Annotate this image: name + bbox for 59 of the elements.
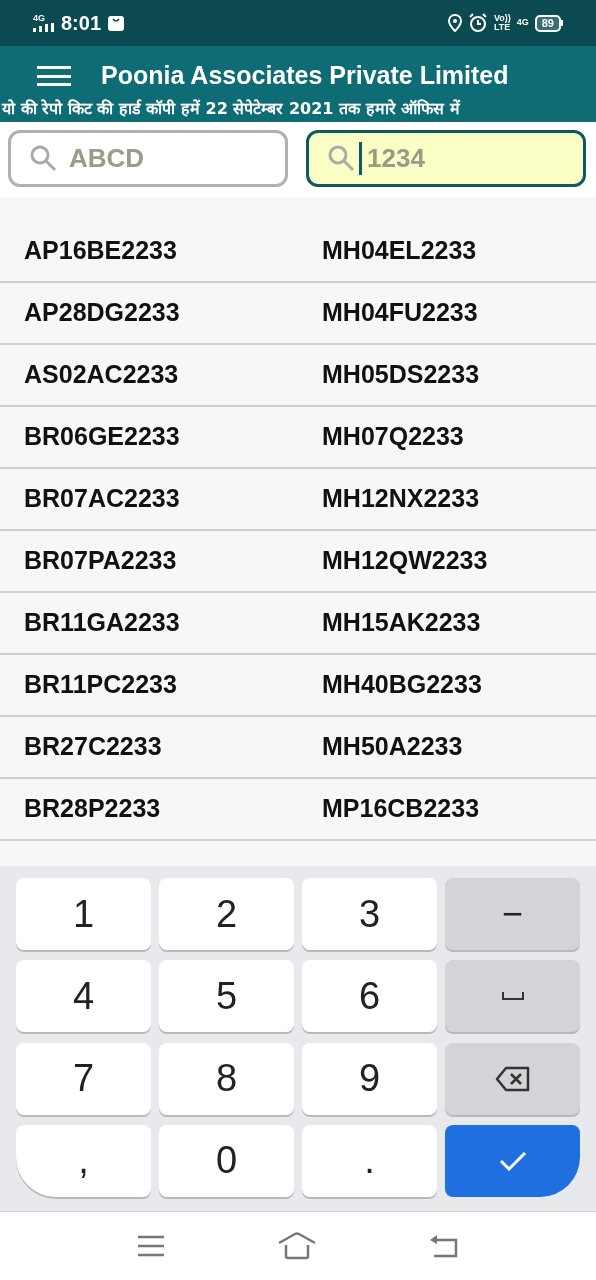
- menu-button[interactable]: [37, 64, 71, 88]
- search-icon: [327, 144, 355, 172]
- key[interactable]: ,: [16, 1124, 151, 1197]
- search-field[interactable]: 1234: [306, 130, 586, 187]
- key[interactable]: 3: [302, 878, 437, 950]
- vehicle-number[interactable]: MH40BG2233: [322, 666, 482, 704]
- data-type: 4G: [516, 16, 529, 30]
- news-ticker: यो की रेपो किट की हार्ड कॉपी हमें 22 सेपेटेम्बर 2021 तक हमारे ऑफिस में: [0, 98, 461, 120]
- search-field[interactable]: ABCD: [8, 130, 288, 187]
- vehicle-number[interactable]: AP28DG2233: [0, 294, 322, 332]
- vehicle-number[interactable]: MH05DS2233: [322, 356, 480, 394]
- vehicle-number[interactable]: BR28P2233: [0, 790, 322, 828]
- text-cursor: [359, 142, 362, 175]
- vehicle-number[interactable]: MH15AK2233: [322, 604, 481, 642]
- vehicle-number[interactable]: AP16BE2233: [0, 232, 322, 270]
- vehicle-number[interactable]: BR11PC2233: [0, 666, 322, 704]
- vehicle-number[interactable]: BR11GA2233: [0, 604, 322, 642]
- space-icon: [501, 991, 524, 1002]
- vehicle-number[interactable]: MH12NX2233: [322, 480, 480, 518]
- key[interactable]: 6: [302, 960, 437, 1033]
- vehicle-number[interactable]: MH12QW2233: [322, 542, 488, 580]
- vehicle-number[interactable]: AS02AC2233: [0, 356, 322, 394]
- signal-icon: [33, 23, 55, 32]
- clock-time: 8:01: [61, 11, 102, 36]
- search-icon: [29, 144, 57, 172]
- backspace-icon: [494, 1065, 531, 1092]
- alarm-icon: [467, 13, 488, 33]
- menu-icon: [137, 1235, 165, 1257]
- location-icon: [447, 14, 462, 32]
- vehicle-number[interactable]: BR07PA2233: [0, 542, 322, 580]
- vehicle-number[interactable]: BR07AC2233: [0, 480, 322, 518]
- volte-label: Vo)): [493, 14, 511, 23]
- vehicle-number[interactable]: BR27C2233: [0, 728, 322, 766]
- app-title: Poonia Associates Private Limited: [101, 60, 509, 92]
- done-key[interactable]: [445, 1124, 580, 1197]
- key[interactable]: 4: [16, 960, 151, 1033]
- key[interactable]: 7: [16, 1042, 151, 1115]
- network-type: 4G: [33, 14, 45, 23]
- battery-level: 89: [534, 14, 561, 32]
- key[interactable]: .: [302, 1124, 437, 1197]
- key[interactable]: 8: [159, 1042, 294, 1115]
- checkmark-icon: [498, 1150, 527, 1171]
- vehicle-number[interactable]: MP16CB2233: [322, 790, 480, 828]
- key[interactable]: 0: [159, 1124, 294, 1197]
- key[interactable]: 1: [16, 878, 151, 950]
- vehicle-number[interactable]: BR06GE2233: [0, 418, 322, 456]
- vehicle-number[interactable]: MH04EL2233: [322, 232, 477, 270]
- back-icon: [429, 1234, 459, 1258]
- key[interactable]: 9: [302, 1042, 437, 1115]
- bag-icon: [107, 14, 126, 32]
- lte-label: LTE: [493, 23, 511, 32]
- minus-key[interactable]: −: [445, 878, 580, 950]
- key[interactable]: 2: [159, 878, 294, 950]
- vehicle-number[interactable]: MH04FU2233: [322, 294, 478, 332]
- vehicle-number[interactable]: MH50A2233: [322, 728, 463, 766]
- backspace-key[interactable]: [445, 1042, 580, 1115]
- vehicle-number[interactable]: MH07Q2233: [322, 418, 464, 456]
- key[interactable]: 5: [159, 960, 294, 1033]
- home-icon: [277, 1232, 317, 1260]
